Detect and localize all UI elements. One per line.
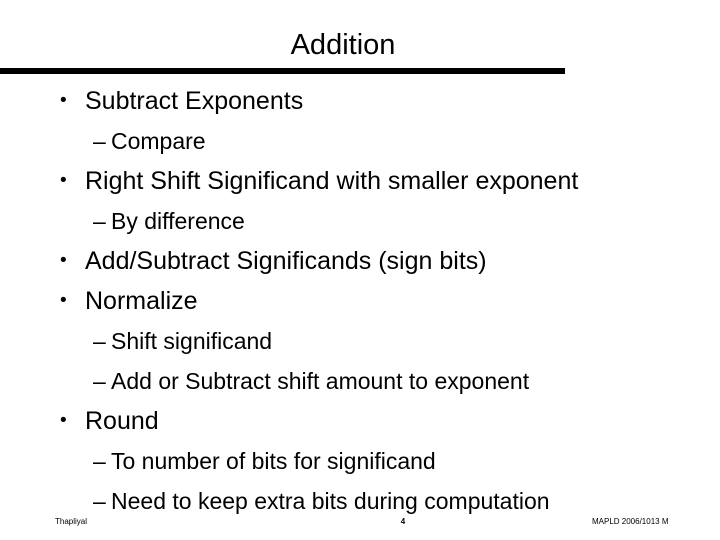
bullet-icon: • — [60, 410, 67, 431]
title-divider — [0, 68, 565, 74]
list-item: – Compare — [0, 121, 720, 161]
list-item-label: Right Shift Significand with smaller exp… — [85, 167, 579, 195]
dash-icon: – — [93, 448, 106, 474]
dash-icon: – — [93, 128, 106, 154]
list-item-label: Subtract Exponents — [85, 87, 304, 115]
dash-icon: – — [93, 328, 106, 354]
bullet-icon: • — [60, 170, 67, 191]
list-item: • Subtract Exponents — [0, 81, 720, 121]
list-item: • Normalize — [0, 281, 720, 321]
list-item-label: Add or Subtract shift amount to exponent — [111, 368, 530, 394]
page-title: Addition — [290, 29, 396, 61]
bullet-list: • Subtract Exponents – Compare • Right Shift … — [0, 81, 720, 521]
bullet-icon: • — [60, 250, 67, 271]
footer: Thapliyal 4 MAPLD 2006/1013 M — [0, 512, 720, 540]
list-item: – Add or Subtract shift amount to exponen… — [0, 361, 720, 401]
footer-conference-id: MAPLD 2006/1013 M — [592, 517, 669, 526]
list-item: – Shift significand — [0, 321, 720, 361]
dash-icon: – — [93, 368, 106, 394]
list-item: • Add/Subtract Significands (sign bits) — [0, 241, 720, 281]
list-item: • Right Shift Significand with smaller ex… — [0, 161, 720, 201]
bullet-icon: • — [60, 290, 67, 311]
list-item-label: Add/Subtract Significands (sign bits) — [85, 247, 487, 275]
list-item-label: Normalize — [85, 287, 198, 315]
list-item: • Round — [0, 401, 720, 441]
list-item: – By difference — [0, 201, 720, 241]
list-item-label: By difference — [111, 208, 245, 234]
slide: Addition • Subtract Exponents – Compare • Rig… — [0, 0, 720, 540]
bullet-icon: • — [60, 90, 67, 111]
list-item-label: Compare — [111, 128, 206, 154]
dash-icon: – — [93, 208, 106, 234]
list-item: – To number of bits for significand — [0, 441, 720, 481]
list-item-label: To number of bits for significand — [111, 448, 436, 474]
list-item-label: Round — [85, 407, 159, 435]
list-item-label: Shift significand — [111, 328, 273, 354]
